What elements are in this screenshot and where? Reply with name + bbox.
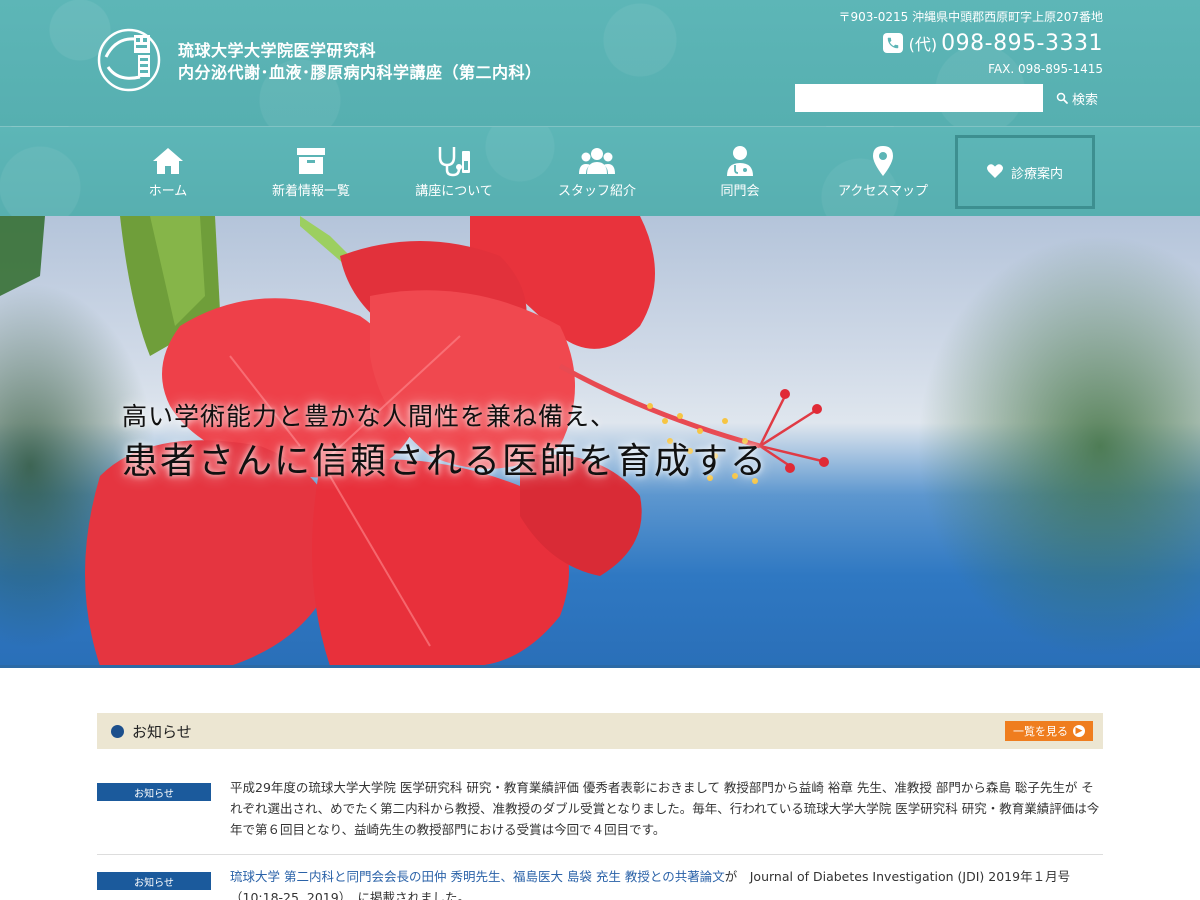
news-divider (97, 854, 1103, 855)
contact-info: 〒903-0215 沖縄県中頭郡西原町字上原207番地 (代) 098-895-… (839, 8, 1104, 78)
nav-label-access: アクセスマップ (838, 184, 928, 199)
hero-divider (0, 665, 1200, 668)
news-category-badge: お知らせ (97, 872, 211, 890)
nav-label-home: ホーム (148, 184, 188, 199)
search-button[interactable]: 検索 (1048, 84, 1106, 112)
stethoscope-icon (436, 144, 472, 178)
news-item-text: 平成29年度の琉球大学大学院 医学研究科 研究・教育業績評価 優秀者表彰におきま… (230, 780, 1100, 837)
doctor-icon (725, 144, 755, 178)
university-logo-icon[interactable] (96, 27, 162, 93)
search-icon (1056, 92, 1068, 104)
news-more-label: 一覧を見る (1013, 725, 1068, 738)
nav-label-news: 新着情報一覧 (271, 184, 350, 199)
news-item-link[interactable]: 琉球大学 第二内科と同門会会長の田仲 秀明先生、福島医大 島袋 充生 教授との共… (230, 869, 725, 884)
nav-item-home[interactable]: ホーム (98, 127, 238, 217)
nav-label-about: 講座について (415, 184, 493, 199)
hero-tagline-line2: 患者さんに信頼される医師を育成する (122, 441, 769, 482)
phone-icon (882, 33, 903, 53)
heart-icon (986, 163, 1003, 182)
site-header: 琉球大学大学院医学研究科 内分泌代謝･血液･膠原病内科学講座（第二内科） 〒90… (0, 0, 1200, 126)
nav-item-about[interactable]: 講座について (384, 127, 524, 217)
hero-image: 高い学術能力と豊かな人間性を兼ね備え、 患者さんに信頼される医師を育成する (0, 216, 1200, 666)
nav-item-clinic-guide[interactable]: 診療案内 (955, 135, 1095, 209)
address-text: 〒903-0215 沖縄県中頭郡西原町字上原207番地 (838, 10, 1104, 24)
map-pin-icon (872, 144, 894, 178)
site-brand[interactable]: 琉球大学大学院医学研究科 内分泌代謝･血液･膠原病内科学講座（第二内科） (178, 40, 542, 84)
home-icon (151, 144, 185, 178)
news-item-text: 琉球大学 第二内科と同門会会長の田仲 秀明先生、福島医大 島袋 充生 教授との共… (230, 866, 1103, 900)
org-name-line1: 琉球大学大学院医学研究科 (178, 41, 377, 60)
tel-row: (代) 098-895-3331 (839, 29, 1104, 57)
hero-tagline-line1: 高い学術能力と豊かな人間性を兼ね備え、 (122, 402, 617, 431)
nav-item-news[interactable]: 新着情報一覧 (241, 127, 381, 217)
news-section-header: お知らせ 一覧を見る ▶ (97, 713, 1103, 749)
nav-item-access[interactable]: アクセスマップ (813, 127, 953, 217)
news-category-badge: お知らせ (97, 783, 211, 801)
fax-text: FAX. 098-895-1415 (988, 62, 1103, 76)
tel-prefix: (代) (908, 35, 938, 54)
hero-tagline: 高い学術能力と豊かな人間性を兼ね備え、 患者さんに信頼される医師を育成する (122, 400, 768, 486)
users-icon (579, 144, 615, 178)
nav-label-alumni: 同門会 (720, 184, 760, 199)
arrow-right-icon: ▶ (1073, 725, 1085, 737)
archive-box-icon (296, 144, 326, 178)
main-nav: ホーム 新着情報一覧 講座について スタッフ紹介 同門会 アクセスマップ 診療案… (0, 126, 1200, 216)
nav-label-staff: スタッフ紹介 (557, 184, 636, 199)
org-name-line2: 内分泌代謝･血液･膠原病内科学講座（第二内科） (178, 63, 542, 82)
tel-number[interactable]: 098-895-3331 (941, 31, 1103, 56)
news-section-title: お知らせ (132, 722, 192, 741)
nav-item-staff[interactable]: スタッフ紹介 (527, 127, 667, 217)
search-input[interactable] (795, 84, 1043, 112)
bullet-dot-icon (111, 724, 124, 738)
news-more-button[interactable]: 一覧を見る ▶ (1005, 721, 1093, 741)
nav-label-clinic-guide: 診療案内 (1010, 166, 1063, 182)
nav-item-alumni[interactable]: 同門会 (670, 127, 810, 217)
search-button-label: 検索 (1071, 92, 1098, 108)
